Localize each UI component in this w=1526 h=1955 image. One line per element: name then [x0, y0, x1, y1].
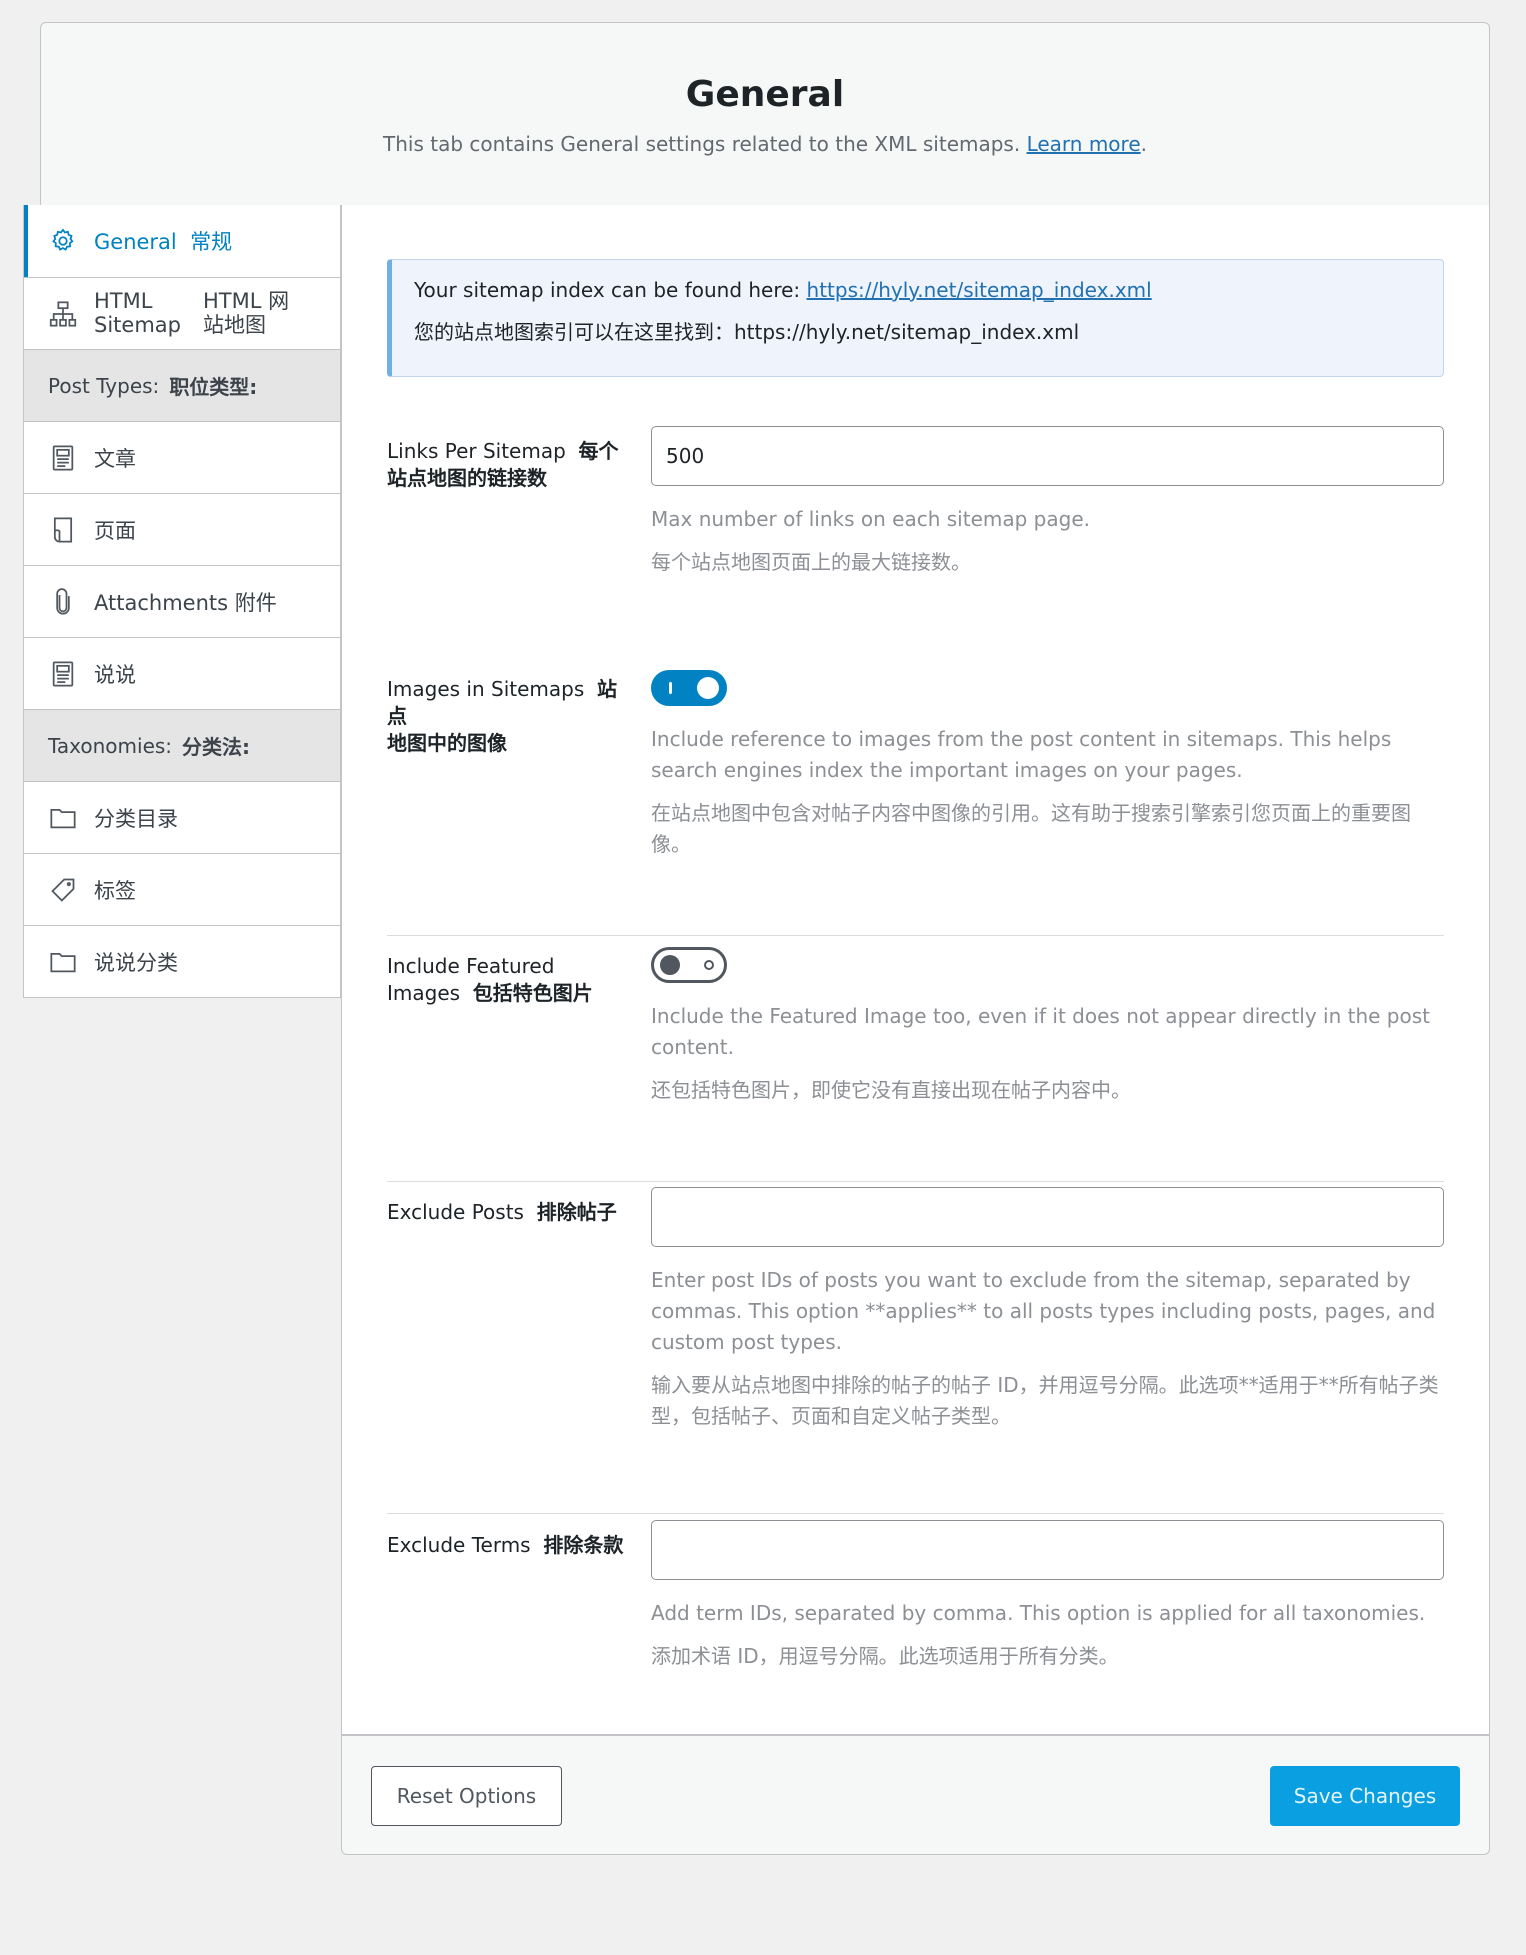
sidebar-heading-taxonomies: Taxonomies: 分类法:: [24, 709, 340, 781]
sidebar-item-label: 文章: [94, 446, 136, 471]
help-text-en: Max number of links on each sitemap page…: [651, 507, 1090, 531]
help-text-en: Add term IDs, separated by comma. This o…: [651, 1601, 1426, 1625]
images-in-sitemaps-toggle[interactable]: [651, 670, 727, 706]
sidebar-item-label: 说说: [94, 662, 136, 687]
post-icon: [48, 659, 78, 689]
setting-label: Links Per Sitemap 每个 站点地图的链接数: [387, 439, 619, 490]
sidebar-item-general[interactable]: General 常规: [24, 205, 340, 277]
toggle-off-indicator: [704, 960, 714, 970]
sidebar-item-label: Attachments 附件: [94, 590, 277, 615]
setting-label: Images in Sitemaps 站点 地图中的图像: [387, 677, 617, 755]
toggle-on-indicator: [669, 682, 672, 694]
divider: [387, 935, 1444, 936]
help-text-en: Enter post IDs of posts you want to excl…: [651, 1268, 1436, 1354]
sitemap-index-link[interactable]: https://hyly.net/sitemap_index.xml: [807, 278, 1152, 302]
toggle-knob: [660, 955, 680, 975]
sidebar-item-html-sitemap[interactable]: HTML Sitemap HTML 网站地图: [24, 277, 340, 349]
save-changes-button[interactable]: Save Changes: [1270, 1766, 1460, 1826]
page-title: General: [685, 74, 845, 115]
help-text-en: Include reference to images from the pos…: [651, 727, 1392, 782]
exclude-posts-input[interactable]: [651, 1187, 1444, 1247]
sidebar-item-label: 标签: [94, 878, 136, 903]
help-text-cn: 每个站点地图页面上的最大链接数。: [651, 550, 971, 574]
help-text-cn: 在站点地图中包含对帖子内容中图像的引用。这有助于搜索引擎索引您页面上的重要图像。: [651, 801, 1411, 856]
setting-label: Exclude Terms 排除条款: [387, 1533, 624, 1557]
include-featured-images-toggle[interactable]: [651, 947, 727, 983]
tag-icon: [48, 875, 78, 905]
footer-actions: Reset Options Save Changes: [341, 1735, 1490, 1855]
description-text: This tab contains General settings relat…: [383, 132, 1021, 157]
sidebar-item-shuoshuo[interactable]: 说说: [24, 637, 340, 709]
exclude-terms-input[interactable]: [651, 1520, 1444, 1580]
setting-label: Exclude Posts 排除帖子: [387, 1200, 617, 1224]
sidebar-item-label: 分类目录: [94, 806, 178, 831]
divider: [387, 1181, 1444, 1182]
help-text-cn: 添加术语 ID，用逗号分隔。此选项适用于所有分类。: [651, 1644, 1119, 1668]
paperclip-icon: [48, 587, 78, 617]
setting-control: 500 Max number of links on each sitemap …: [651, 426, 1444, 578]
sidebar: General 常规 HTML Sitemap HTML 网站地图 Post Ty…: [23, 205, 341, 998]
reset-options-button[interactable]: Reset Options: [371, 1766, 562, 1826]
folder-icon: [48, 947, 78, 977]
sidebar-item-posts[interactable]: 文章: [24, 421, 340, 493]
header-panel: General This tab contains General settin…: [40, 22, 1490, 205]
setting-control: Include the Featured Image too, even if …: [651, 947, 1444, 1106]
notice-line-cn: 您的站点地图索引可以在这里找到：https://hyly.net/sitemap…: [414, 320, 1080, 344]
sidebar-heading-post-types: Post Types: 职位类型:: [24, 349, 340, 421]
main-panel: Your sitemap index can be found here: ht…: [341, 205, 1490, 1735]
sidebar-item-tags[interactable]: 标签: [24, 853, 340, 925]
help-text-en: Include the Featured Image too, even if …: [651, 1004, 1430, 1059]
sidebar-item-attachments[interactable]: Attachments 附件: [24, 565, 340, 637]
description-period: .: [1140, 132, 1147, 157]
sidebar-item-label: General 常规: [94, 230, 233, 254]
gear-icon: [48, 226, 78, 256]
post-icon: [48, 443, 78, 473]
sidebar-item-label: 页面: [94, 518, 136, 543]
learn-more-link[interactable]: Learn more: [1027, 132, 1141, 156]
divider: [387, 1513, 1444, 1514]
setting-control: Include reference to images from the pos…: [651, 670, 1444, 860]
links-per-sitemap-input[interactable]: 500: [651, 426, 1444, 486]
sidebar-item-pages[interactable]: 页面: [24, 493, 340, 565]
sitemap-index-notice: Your sitemap index can be found here: ht…: [387, 259, 1444, 377]
page-icon: [48, 515, 78, 545]
sitemap-icon: [48, 299, 78, 329]
help-text-cn: 输入要从站点地图中排除的帖子的帖子 ID，并用逗号分隔。此选项**适用于**所有…: [651, 1373, 1439, 1428]
page-description: This tab contains General settings relat…: [41, 132, 1489, 156]
sidebar-item-label: HTML Sitemap HTML 网站地图: [94, 289, 290, 337]
sidebar-item-label: 说说分类: [94, 950, 178, 975]
folder-icon: [48, 803, 78, 833]
toggle-knob: [697, 677, 719, 699]
setting-label: Include Featured Images 包括特色图片: [387, 954, 593, 1005]
setting-control: Add term IDs, separated by comma. This o…: [651, 1520, 1444, 1672]
sidebar-item-shuoshuo-categories[interactable]: 说说分类: [24, 925, 340, 997]
help-text-cn: 还包括特色图片，即使它没有直接出现在帖子内容中。: [651, 1078, 1131, 1102]
notice-line-en: Your sitemap index can be found here: ht…: [414, 278, 1152, 302]
setting-control: Enter post IDs of posts you want to excl…: [651, 1187, 1444, 1432]
sidebar-item-categories[interactable]: 分类目录: [24, 781, 340, 853]
